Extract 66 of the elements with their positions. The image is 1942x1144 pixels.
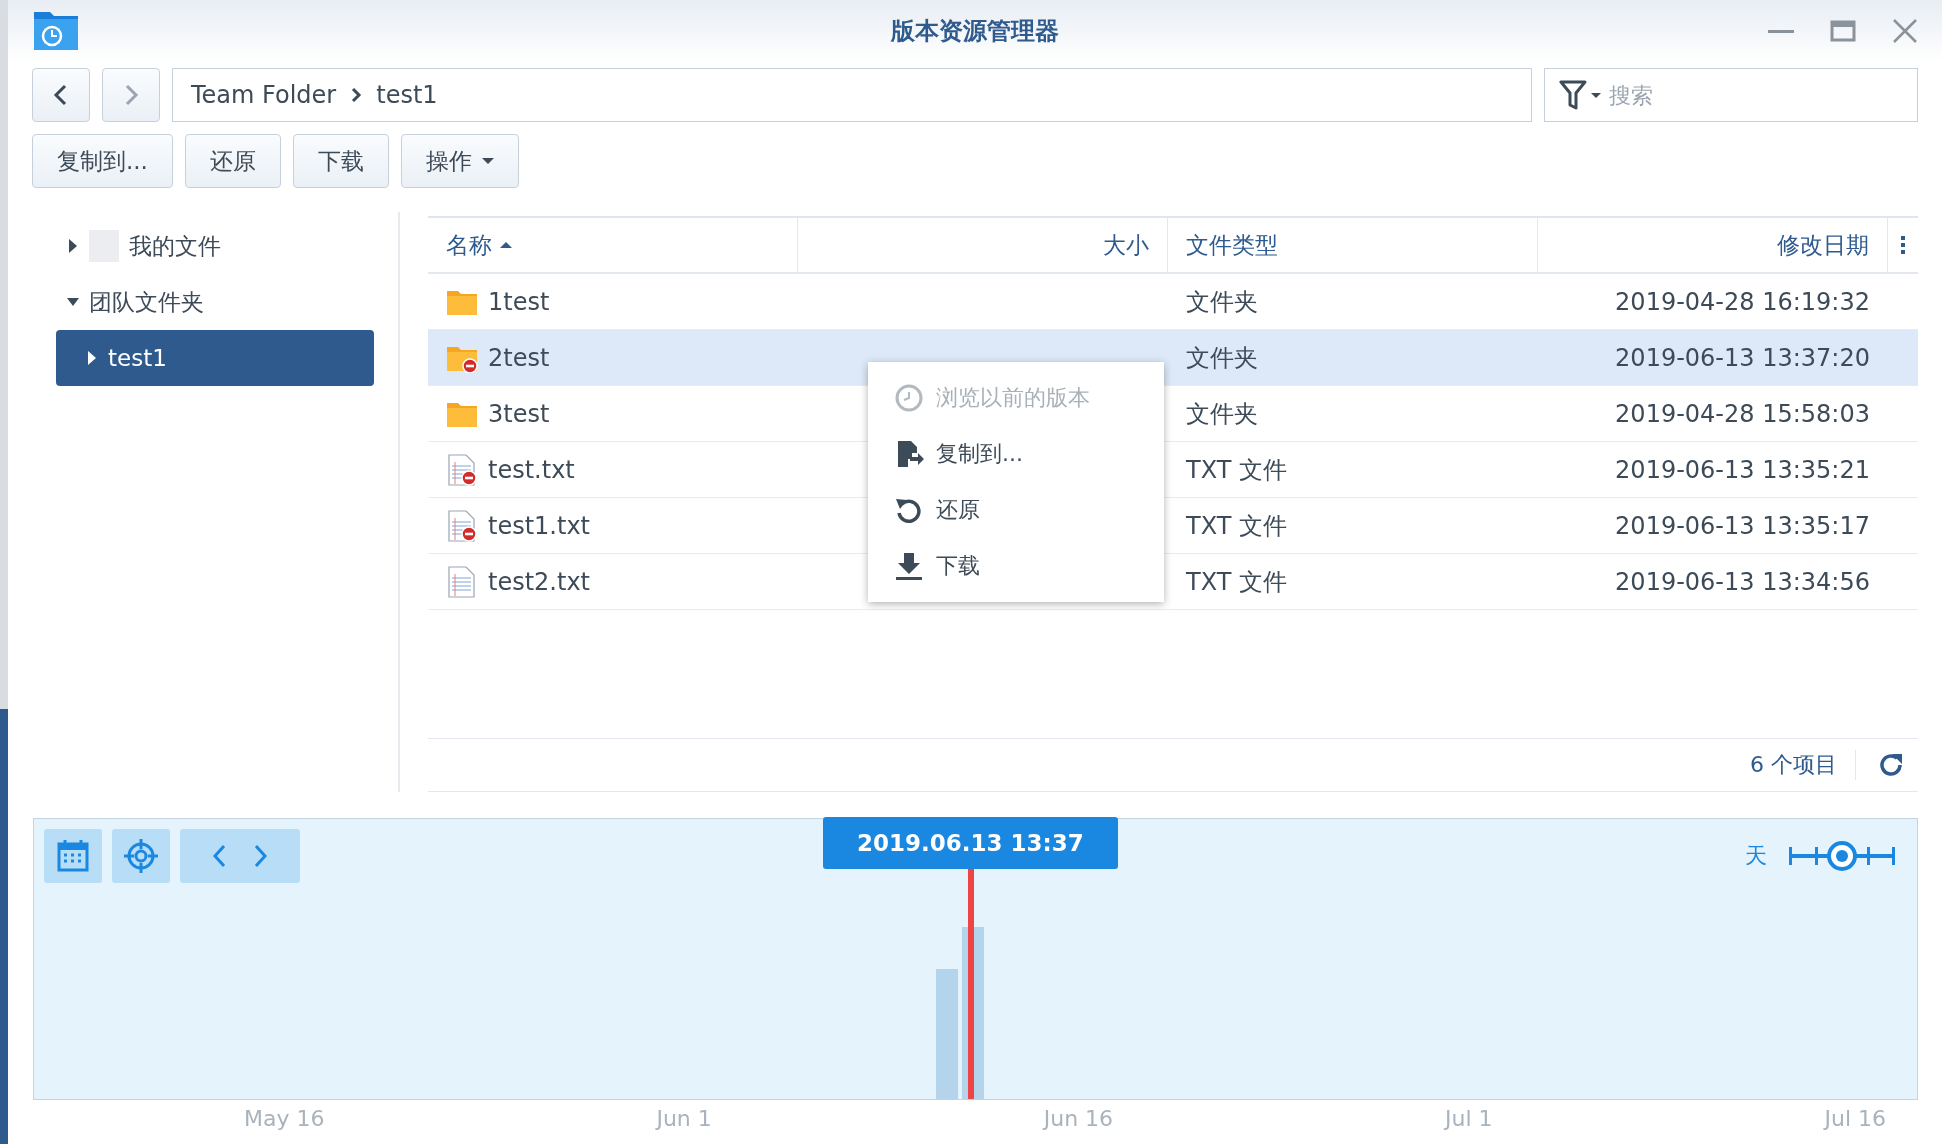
caret-right-icon[interactable] <box>86 351 98 365</box>
file-type: 文件夹 <box>1186 398 1258 430</box>
current-time-label: 2019.06.13 13:37 <box>823 817 1118 869</box>
tree-item[interactable]: test1 <box>56 330 374 386</box>
file-name: test1.txt <box>488 511 590 540</box>
toolbar-button[interactable]: 还原 <box>184 134 281 188</box>
file-name: test.txt <box>488 455 575 484</box>
window-title: 版本资源管理器 <box>891 17 1059 45</box>
modified-date: 2019-06-13 13:35:21 <box>1615 455 1870 484</box>
caret-right-icon[interactable] <box>67 239 79 253</box>
file-name: 2test <box>488 343 550 372</box>
file-type: TXT 文件 <box>1186 454 1287 486</box>
more-icon[interactable] <box>1900 235 1906 255</box>
clock-icon <box>894 383 924 413</box>
crosshair-icon <box>123 838 159 874</box>
toolbar-button[interactable]: 下载 <box>292 134 389 188</box>
chevron-right-icon <box>350 87 363 103</box>
file-type: 文件夹 <box>1186 286 1258 318</box>
calendar-icon <box>55 838 91 874</box>
deleted-file-icon <box>446 453 478 486</box>
scale-label: 天 <box>1745 842 1767 870</box>
maximize-icon[interactable] <box>1830 18 1856 44</box>
tree-item[interactable]: 团队文件夹 <box>37 274 374 330</box>
column-header[interactable]: 名称 <box>428 218 798 272</box>
modified-date: 2019-06-13 13:34:56 <box>1615 567 1870 596</box>
close-icon[interactable] <box>1892 18 1918 44</box>
filter-icon[interactable] <box>1559 80 1603 110</box>
modified-date: 2019-04-28 16:19:32 <box>1615 287 1870 316</box>
text-file-icon <box>446 565 478 598</box>
table-row[interactable]: 2test 文件夹 2019-06-13 13:37:20 <box>428 330 1918 386</box>
axis-label: Jul 1 <box>1445 1106 1493 1131</box>
column-header[interactable]: 文件类型 <box>1168 218 1538 272</box>
forward-button[interactable] <box>102 68 160 122</box>
file-name: 3test <box>488 399 550 428</box>
folder-clock-icon <box>32 10 80 52</box>
slider-thumb[interactable] <box>1827 841 1857 871</box>
back-button[interactable] <box>32 68 90 122</box>
modified-date: 2019-04-28 15:58:03 <box>1615 399 1870 428</box>
toolbar-button[interactable]: 复制到... <box>32 134 173 188</box>
refresh-icon[interactable] <box>1878 752 1904 778</box>
axis-label: May 16 <box>244 1106 325 1131</box>
axis-label: Jul 16 <box>1824 1106 1886 1131</box>
caret-down-icon <box>481 157 494 165</box>
axis-label: Jun 1 <box>656 1106 712 1131</box>
toolbar-button[interactable]: 操作 <box>400 134 519 188</box>
tree-item[interactable]: 我的文件 <box>37 218 374 274</box>
file-type: TXT 文件 <box>1186 566 1287 598</box>
file-name: test2.txt <box>488 567 590 596</box>
breadcrumb-item[interactable]: Team Folder <box>191 81 337 109</box>
modified-date: 2019-06-13 13:35:17 <box>1615 511 1870 540</box>
deleted-file-icon <box>446 509 478 542</box>
breadcrumb-item[interactable]: test1 <box>376 81 438 109</box>
file-type: TXT 文件 <box>1186 510 1287 542</box>
file-type: 文件夹 <box>1186 342 1258 374</box>
axis-label: Jun 16 <box>1043 1106 1114 1131</box>
modified-date: 2019-06-13 13:37:20 <box>1615 343 1870 372</box>
file-name: 1test <box>488 287 550 316</box>
locate-button[interactable] <box>112 829 170 883</box>
calendar-button[interactable] <box>44 829 102 883</box>
zoom-slider[interactable] <box>1789 841 1895 871</box>
column-header[interactable]: 修改日期 <box>1538 218 1888 272</box>
column-header[interactable]: 大小 <box>798 218 1168 272</box>
sort-up-icon <box>500 241 512 249</box>
item-count: 6 个项目 <box>1750 750 1856 780</box>
download-icon <box>894 551 924 581</box>
search-bar[interactable]: 搜索 <box>1544 68 1918 122</box>
